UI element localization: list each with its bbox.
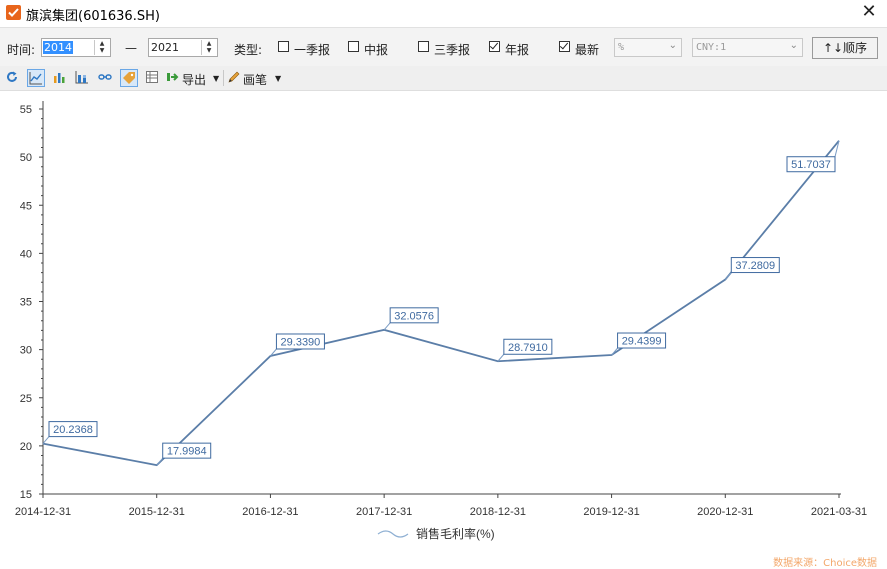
legend-label: 销售毛利率(%) xyxy=(416,526,495,541)
midyear-report-checkbox[interactable] xyxy=(348,41,359,52)
q3-report-checkbox[interactable] xyxy=(418,41,429,52)
x-tick-label: 2016-12-31 xyxy=(242,506,298,518)
end-year-spinner[interactable]: ▲ ▼ xyxy=(201,40,216,55)
table-icon[interactable] xyxy=(144,69,162,87)
export-icon[interactable] xyxy=(165,69,183,87)
start-year-spinner[interactable]: ▲ ▼ xyxy=(94,40,109,55)
bar-chart-icon[interactable] xyxy=(51,69,69,87)
y-tick-label: 20 xyxy=(20,441,32,453)
chart-toolbar: 导出 ▼ 画笔 ▼ xyxy=(0,66,887,91)
data-label-leader xyxy=(724,272,732,280)
data-label-leader xyxy=(42,436,50,444)
chevron-down-icon: ⌄ xyxy=(789,40,798,51)
series-line xyxy=(42,140,840,467)
stacked-bar-icon[interactable] xyxy=(74,69,92,87)
q3-report-label[interactable]: 三季报 xyxy=(434,41,470,58)
data-label: 17.9984 xyxy=(167,446,207,458)
annual-report-label[interactable]: 年报 xyxy=(505,41,529,58)
data-source-note: 数据来源：Choice数据 xyxy=(773,558,877,569)
y-tick-label: 30 xyxy=(20,345,32,357)
close-button[interactable]: ✕ xyxy=(859,2,879,22)
range-dash: — xyxy=(125,41,137,55)
data-label: 28.7910 xyxy=(508,342,548,354)
x-tick-label: 2014-12-31 xyxy=(15,506,71,518)
export-button[interactable]: 导出 xyxy=(182,71,206,88)
data-label: 37.2809 xyxy=(735,260,775,272)
window-title: 旗滨集团(601636.SH) xyxy=(26,9,160,24)
y-tick-label: 40 xyxy=(20,248,32,260)
x-tick-label: 2020-12-31 xyxy=(697,506,753,518)
time-label: 时间: xyxy=(7,43,36,57)
pen-dropdown-icon[interactable]: ▼ xyxy=(275,74,281,83)
x-tick-label: 2018-12-31 xyxy=(470,506,526,518)
start-year-value: 2014 xyxy=(43,41,73,54)
end-year-input[interactable]: 2021 ▲ ▼ xyxy=(148,38,218,57)
latest-checkbox[interactable] xyxy=(559,41,570,52)
y-tick-label: 55 xyxy=(20,104,32,116)
sort-order-button[interactable]: ↑↓顺序 xyxy=(812,37,878,59)
q1-report-label[interactable]: 一季报 xyxy=(294,41,330,58)
gross-margin-line-chart: 15 20 25 30 35 40 45 50 55 2014-12-31 2015-12-31 20… xyxy=(15,101,867,541)
filter-bar: 时间: 2014 ▲ ▼ — 2021 ▲ ▼ 类型: 一季报 中报 三季报 年报 … xyxy=(0,27,887,66)
q1-report-checkbox[interactable] xyxy=(278,41,289,52)
legend-swatch xyxy=(377,530,409,538)
type-label: 类型: xyxy=(234,43,263,57)
export-dropdown-icon[interactable]: ▼ xyxy=(213,74,219,83)
currency-select[interactable]: CNY:1 ⌄ xyxy=(692,38,803,57)
unit-select-value: % xyxy=(618,42,625,53)
line-chart-icon[interactable] xyxy=(27,69,45,87)
data-label: 20.2368 xyxy=(53,424,93,436)
x-tick-label: 2015-12-31 xyxy=(129,506,185,518)
data-label-leader xyxy=(383,322,391,331)
refresh-icon[interactable] xyxy=(4,69,22,87)
data-label: 29.3390 xyxy=(281,336,321,348)
data-label: 51.7037 xyxy=(791,159,831,171)
y-tick-label: 15 xyxy=(20,489,32,501)
chevron-down-icon: ⌄ xyxy=(668,40,677,51)
y-tick-label: 35 xyxy=(20,297,32,309)
midyear-report-label[interactable]: 中报 xyxy=(364,41,388,58)
link-icon[interactable] xyxy=(97,69,115,87)
data-label: 29.4399 xyxy=(622,336,662,348)
start-year-input[interactable]: 2014 ▲ ▼ xyxy=(41,38,111,57)
y-tick-label: 25 xyxy=(20,393,32,405)
annual-report-checkbox[interactable] xyxy=(489,41,500,52)
y-tick-label: 50 xyxy=(20,152,32,164)
data-label-leader xyxy=(156,457,164,466)
x-tick-label: 2021-03-31 xyxy=(811,506,867,518)
unit-select[interactable]: % ⌄ xyxy=(614,38,682,57)
pen-button[interactable]: 画笔 xyxy=(243,71,267,88)
x-tick-label: 2019-12-31 xyxy=(583,506,639,518)
x-tick-label: 2017-12-31 xyxy=(356,506,412,518)
currency-select-value: CNY:1 xyxy=(696,42,727,53)
data-label: 32.0576 xyxy=(394,310,434,322)
app-check-icon xyxy=(6,5,21,20)
tag-icon[interactable] xyxy=(120,69,138,87)
pen-icon[interactable] xyxy=(226,69,244,87)
latest-label[interactable]: 最新 xyxy=(575,41,599,58)
end-year-value: 2021 xyxy=(151,41,179,54)
title-bar: 旗滨集团(601636.SH) ✕ xyxy=(0,0,887,26)
toolbar-divider xyxy=(223,70,224,86)
y-tick-label: 45 xyxy=(20,200,32,212)
